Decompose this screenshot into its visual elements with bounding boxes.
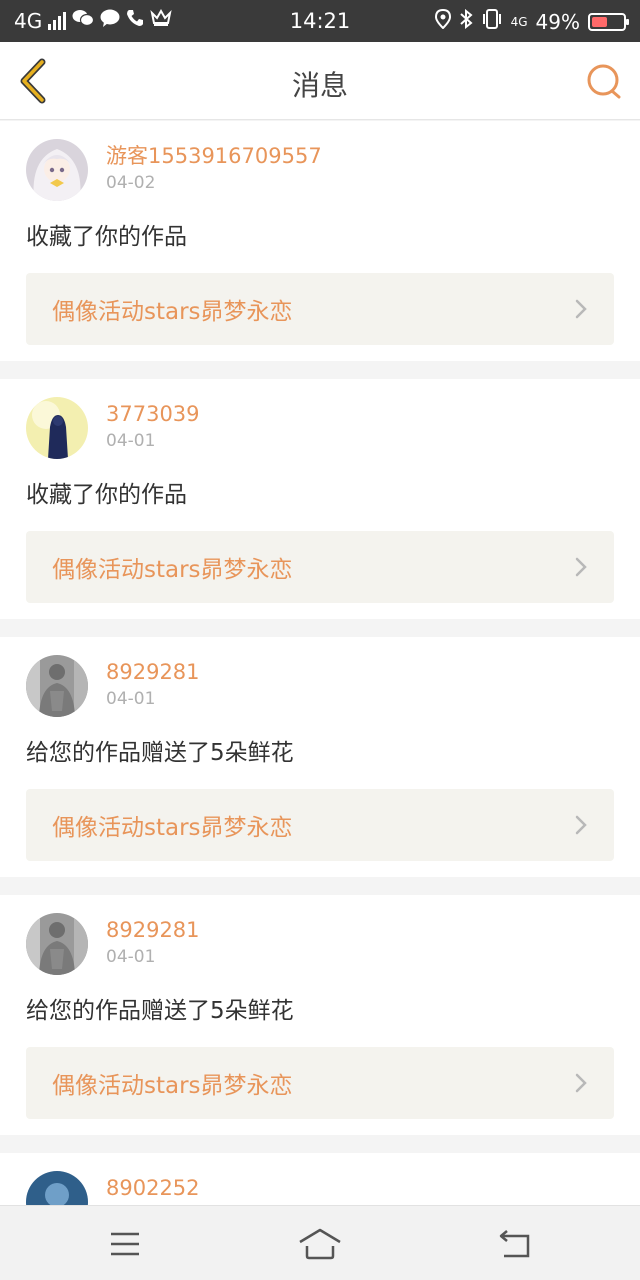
username[interactable]: 8929281	[106, 917, 200, 943]
location-icon	[434, 8, 451, 35]
message-header: 8929281 04-01	[26, 913, 614, 975]
message-meta: 游客1553916709557 04-02	[106, 143, 322, 193]
battery-fill	[592, 17, 607, 27]
man-photo-avatar[interactable]	[26, 655, 88, 717]
back-nav-button[interactable]	[494, 1224, 538, 1264]
message-text: 收藏了你的作品	[26, 482, 187, 508]
message-text: 给您的作品赠送了5朵鲜花	[26, 998, 294, 1024]
search-button[interactable]	[584, 62, 624, 102]
home-button[interactable]	[298, 1224, 342, 1264]
message-text: 收藏了你的作品	[26, 224, 187, 250]
message-card: 3773039 04-01 收藏了你的作品 偶像活动stars昴梦永恋	[0, 379, 640, 619]
message-text: 给您的作品赠送了5朵鲜花	[26, 740, 294, 766]
chevron-right-icon	[575, 299, 587, 319]
message-header: 8902252	[26, 1171, 614, 1205]
network-type-2: 4G	[510, 15, 528, 29]
vibrate-icon	[481, 9, 503, 35]
page-title: 消息	[291, 69, 348, 102]
chevron-right-icon	[575, 557, 587, 577]
message-header: 游客1553916709557 04-02	[26, 139, 614, 201]
system-nav-bar	[0, 1205, 640, 1280]
username[interactable]: 3773039	[106, 401, 200, 427]
message-header: 3773039 04-01	[26, 397, 614, 459]
back-icon	[499, 1230, 530, 1258]
chevron-right-icon	[575, 815, 587, 835]
work-link[interactable]: 偶像活动stars昴梦永恋	[26, 789, 614, 861]
work-title: 偶像活动stars昴梦永恋	[52, 1073, 293, 1099]
hooded-figure-avatar[interactable]	[26, 397, 88, 459]
message-date: 04-01	[106, 431, 156, 451]
message-meta: 8929281 04-01	[106, 917, 200, 967]
app-header: 消息	[0, 42, 640, 120]
work-link[interactable]: 偶像活动stars昴梦永恋	[26, 1047, 614, 1119]
menu-button[interactable]	[103, 1224, 147, 1264]
work-title: 偶像活动stars昴梦永恋	[52, 299, 293, 325]
blue-avatar[interactable]	[26, 1171, 88, 1205]
message-card: 8902252	[0, 1153, 640, 1205]
status-bar: 4G 14:21 4G 49%	[0, 0, 640, 42]
message-card: 8929281 04-01 给您的作品赠送了5朵鲜花 偶像活动stars昴梦永恋	[0, 637, 640, 877]
battery-percent: 49%	[535, 10, 580, 34]
message-card: 8929281 04-01 给您的作品赠送了5朵鲜花 偶像活动stars昴梦永恋	[0, 895, 640, 1135]
message-card: 游客1553916709557 04-02 收藏了你的作品 偶像活动stars昴…	[0, 121, 640, 361]
message-date: 04-02	[106, 173, 156, 193]
anime-girl-avatar[interactable]	[26, 139, 88, 201]
message-date: 04-01	[106, 947, 156, 967]
work-title: 偶像活动stars昴梦永恋	[52, 557, 293, 583]
work-link[interactable]: 偶像活动stars昴梦永恋	[26, 531, 614, 603]
search-icon	[587, 64, 621, 99]
message-meta: 8929281 04-01	[106, 659, 200, 709]
message-list[interactable]: 游客1553916709557 04-02 收藏了你的作品 偶像活动stars昴…	[0, 121, 640, 1205]
username[interactable]: 8929281	[106, 659, 200, 685]
message-header: 8929281 04-01	[26, 655, 614, 717]
username[interactable]: 8902252	[106, 1175, 200, 1201]
menu-icon	[111, 1232, 139, 1256]
chevron-right-icon	[575, 1073, 587, 1093]
man-photo-avatar[interactable]	[26, 913, 88, 975]
work-link[interactable]: 偶像活动stars昴梦永恋	[26, 273, 614, 345]
status-right: 4G 49%	[434, 8, 629, 35]
message-meta: 8902252	[106, 1175, 200, 1205]
bluetooth-icon	[459, 8, 473, 35]
message-meta: 3773039 04-01	[106, 401, 200, 451]
battery-icon	[588, 13, 629, 31]
home-icon	[299, 1228, 341, 1260]
message-date: 04-01	[106, 689, 156, 709]
work-title: 偶像活动stars昴梦永恋	[52, 815, 293, 841]
username[interactable]: 游客1553916709557	[106, 143, 322, 169]
